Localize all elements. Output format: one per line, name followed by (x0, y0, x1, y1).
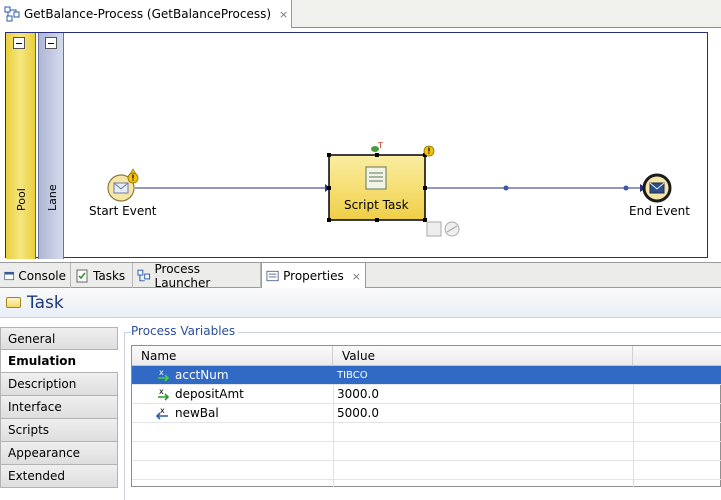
column-header-value[interactable]: Value (333, 346, 633, 366)
properties-side-tabs: General Emulation Description Interface … (0, 327, 118, 488)
end-event[interactable] (642, 173, 672, 203)
side-tab-appearance[interactable]: Appearance (0, 442, 118, 465)
tasks-icon (76, 269, 88, 282)
tab-console[interactable]: Console (0, 263, 71, 288)
properties-icon (266, 270, 279, 282)
side-tab-emulation[interactable]: Emulation (0, 350, 118, 373)
task-link-icons[interactable] (426, 221, 460, 237)
script-task-label: Script Task (344, 198, 409, 212)
input-variable-icon: x (158, 387, 170, 401)
column-header-name[interactable]: Name (132, 346, 333, 366)
editor-tab-label: GetBalance-Process (GetBalanceProcess) (24, 7, 272, 21)
script-scroll-icon (365, 166, 387, 190)
variable-value[interactable]: TIBCO (337, 366, 368, 385)
tab-process-launcher-label: Process Launcher (154, 261, 211, 290)
editor-tab-getbalance[interactable]: GetBalance-Process (GetBalanceProcess) × (0, 0, 292, 28)
end-event-label: End Event (629, 204, 690, 218)
start-event-label: Start Event (89, 204, 157, 218)
task-icon (6, 297, 21, 308)
table-header: Name Value (132, 346, 721, 366)
sequence-flow-task-to-end[interactable] (426, 184, 646, 192)
table-row[interactable]: x acctNum TIBCO (132, 366, 721, 385)
variable-value[interactable]: 3000.0 (337, 385, 379, 404)
close-icon[interactable]: × (352, 270, 361, 283)
side-tab-interface[interactable]: Interface (0, 396, 118, 419)
close-icon[interactable]: × (279, 8, 288, 21)
views-tabbar: Console Tasks Process Launcher Propertie… (0, 261, 721, 290)
output-variable-icon: x (155, 406, 168, 420)
process-diagram-icon (4, 6, 20, 22)
tab-properties[interactable]: Properties × (261, 263, 366, 289)
console-icon (4, 271, 14, 280)
diagram-svg: T (107, 141, 672, 237)
table-row-empty (132, 442, 721, 461)
svg-text:x: x (160, 406, 165, 415)
side-tab-extended[interactable]: Extended (0, 465, 118, 488)
svg-text:x: x (159, 368, 164, 377)
tab-console-label: Console (18, 268, 66, 283)
process-variables-label: Process Variables (131, 324, 239, 338)
side-tab-general[interactable]: General (0, 327, 118, 350)
tab-process-launcher[interactable]: Process Launcher (133, 261, 261, 290)
variable-name: depositAmt (175, 387, 244, 401)
svg-text:x: x (159, 387, 164, 396)
variable-name: newBal (175, 406, 219, 420)
variable-name: acctNum (175, 368, 229, 382)
sequence-flow-start-to-task[interactable] (135, 184, 330, 192)
svg-text:T: T (377, 141, 383, 150)
properties-title: Task (27, 292, 64, 313)
input-variable-icon: x (158, 368, 170, 382)
tab-tasks-label: Tasks (93, 268, 126, 283)
group-border-left (124, 332, 125, 500)
side-tab-description[interactable]: Description (0, 373, 118, 396)
table-row[interactable]: x depositAmt 3000.0 (132, 385, 721, 404)
process-canvas[interactable]: Pool Lane T Start Event Script Task End … (0, 28, 721, 260)
properties-panel: Task General Emulation Description Inter… (0, 288, 721, 500)
process-variables-table[interactable]: Name Value x acctNum TIBCO x depositAmt … (131, 345, 721, 487)
editor-tabbar: GetBalance-Process (GetBalanceProcess) × (0, 0, 721, 28)
task-marker-icon: T (371, 141, 383, 152)
warning-icon (127, 168, 139, 184)
process-launcher-icon (137, 269, 151, 281)
tab-tasks[interactable]: Tasks (71, 263, 133, 288)
variable-value[interactable]: 5000.0 (337, 404, 379, 423)
properties-title-bar: Task (0, 288, 721, 318)
table-row[interactable]: x newBal 5000.0 (132, 404, 721, 423)
table-row-empty (132, 461, 721, 480)
table-row-empty (132, 423, 721, 442)
side-tab-scripts[interactable]: Scripts (0, 419, 118, 442)
tab-properties-label: Properties (283, 269, 344, 283)
warning-icon (423, 145, 435, 157)
